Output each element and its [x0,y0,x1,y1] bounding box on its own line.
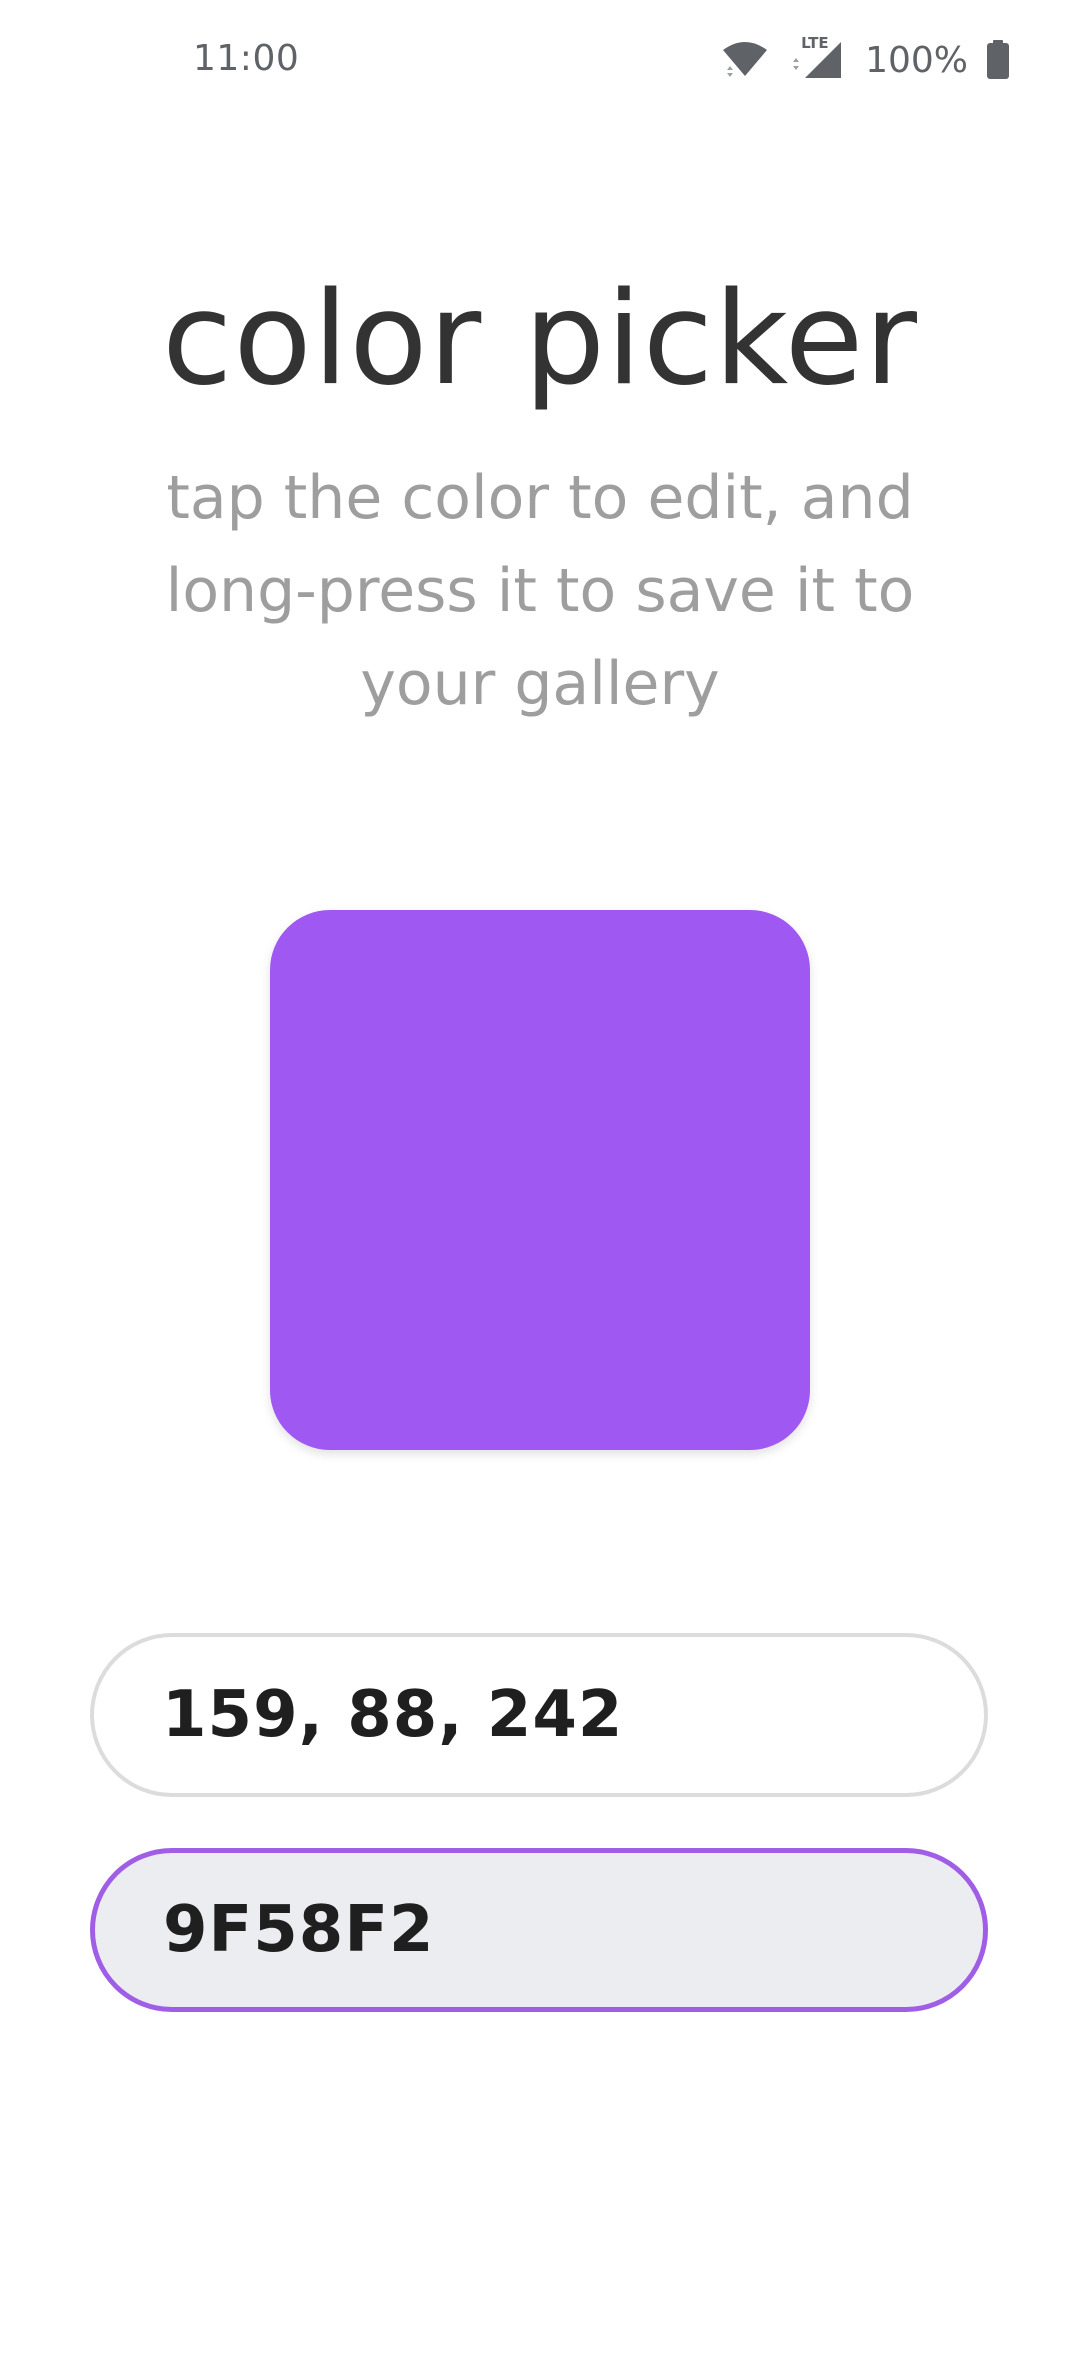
battery-percent: 100% [865,39,968,81]
status-bar: 11:00 LTE 100% [0,0,1080,120]
hex-input-value: 9F58F2 [163,1893,435,1967]
battery-icon [986,40,1010,80]
wifi-icon [721,40,769,80]
hex-input[interactable]: 9F58F2 [90,1848,988,2012]
page-subtitle: tap the color to edit, and long-press it… [165,463,915,719]
status-icons: LTE 100% [721,34,1010,84]
page-title: color picker [162,265,918,414]
rgb-input-value: 159, 88, 242 [162,1678,624,1752]
rgb-input[interactable]: 159, 88, 242 [90,1633,988,1797]
status-time: 11:00 [193,38,300,79]
color-swatch[interactable] [270,910,810,1450]
cellular-signal-icon: LTE [787,34,843,82]
network-type-label: LTE [801,34,829,52]
